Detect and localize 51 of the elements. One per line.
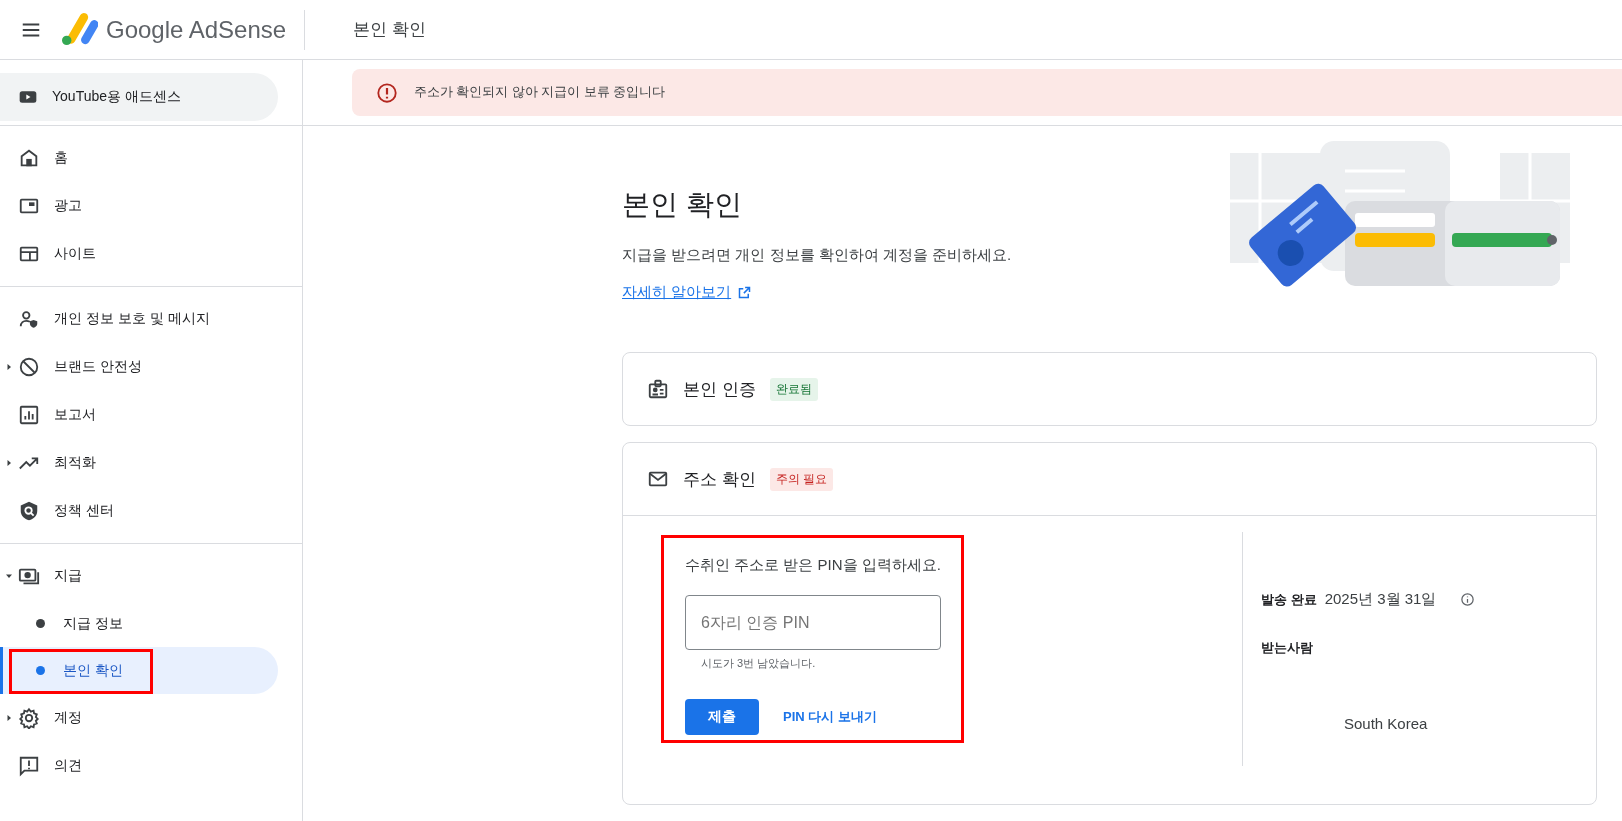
info-icon[interactable] bbox=[1460, 592, 1476, 607]
nav-item[interactable]: 지급 bbox=[0, 552, 302, 600]
recipient-country: South Korea bbox=[1344, 715, 1429, 732]
nav-item[interactable]: 광고 bbox=[0, 182, 302, 230]
submit-button[interactable]: 제출 bbox=[685, 699, 759, 735]
attempts-hint: 시도가 3번 남았습니다. bbox=[701, 656, 817, 671]
step-header[interactable]: 본인 인증 완료됨 bbox=[623, 353, 1596, 425]
nav-item[interactable]: 브랜드 안전성 bbox=[0, 343, 302, 391]
sent-date: 2025년 3월 31일 bbox=[1324, 590, 1437, 609]
caret-icon[interactable] bbox=[6, 460, 12, 466]
home-icon bbox=[18, 147, 40, 169]
gear-icon bbox=[18, 707, 40, 729]
nav-item[interactable]: 의견 bbox=[0, 742, 302, 790]
feedback-icon bbox=[18, 755, 40, 777]
sent-label: 발송 완료 bbox=[1261, 590, 1317, 609]
instruction-text: 수취인 주소로 받은 PIN을 입력하세요. bbox=[685, 556, 942, 575]
error-icon bbox=[376, 81, 398, 104]
privacy-icon bbox=[18, 308, 40, 330]
bullet-icon bbox=[36, 666, 45, 675]
product-name: Google AdSense bbox=[106, 15, 288, 44]
pin-input-field[interactable]: 6자리 인증 PIN bbox=[685, 595, 941, 650]
block-icon bbox=[18, 356, 40, 378]
description: 지급을 받으려면 개인 정보를 확인하여 계정을 준비하세요. bbox=[622, 246, 1012, 265]
policy-icon bbox=[18, 500, 40, 522]
nav-item[interactable]: 정책 센터 bbox=[0, 487, 302, 535]
step-header[interactable]: 주소 확인 주의 필요 bbox=[623, 443, 1596, 516]
caret-icon[interactable] bbox=[6, 364, 12, 370]
nav-item[interactable]: 개인 정보 보호 및 메시지 bbox=[0, 295, 302, 343]
id-badge-icon bbox=[647, 378, 669, 400]
nav-subitem[interactable]: 본인 확인 bbox=[0, 647, 278, 694]
resend-pin-link[interactable]: PIN 다시 보내기 bbox=[783, 708, 877, 726]
heading: 본인 확인 bbox=[622, 188, 743, 222]
caret-icon[interactable] bbox=[6, 715, 12, 721]
nav-item[interactable]: 계정 bbox=[0, 694, 302, 742]
page-title: 본인 확인 bbox=[353, 19, 426, 41]
status-badge: 주의 필요 bbox=[769, 467, 833, 491]
alert-text: 주소가 확인되지 않아 지급이 보류 중입니다 bbox=[414, 84, 666, 101]
caret-icon[interactable] bbox=[6, 573, 12, 579]
reports-icon bbox=[18, 404, 40, 426]
learn-more-link[interactable]: 자세히 알아보기 bbox=[622, 283, 753, 302]
nav-item[interactable]: 최적화 bbox=[0, 439, 302, 487]
bullet-icon bbox=[36, 619, 45, 628]
nav-item[interactable]: 보고서 bbox=[0, 391, 302, 439]
recipient-label: 받는사람 bbox=[1261, 639, 1314, 657]
external-link-icon bbox=[737, 285, 753, 300]
logo-icon bbox=[60, 12, 98, 47]
youtube-adsense-item[interactable]: YouTube용 애드센스 bbox=[0, 73, 278, 121]
nav-item[interactable]: 홈 bbox=[0, 134, 302, 182]
nav-item[interactable]: 사이트 bbox=[0, 230, 302, 278]
status-badge: 완료됨 bbox=[769, 377, 818, 401]
nav-subitem[interactable]: 지급 정보 bbox=[0, 600, 278, 647]
